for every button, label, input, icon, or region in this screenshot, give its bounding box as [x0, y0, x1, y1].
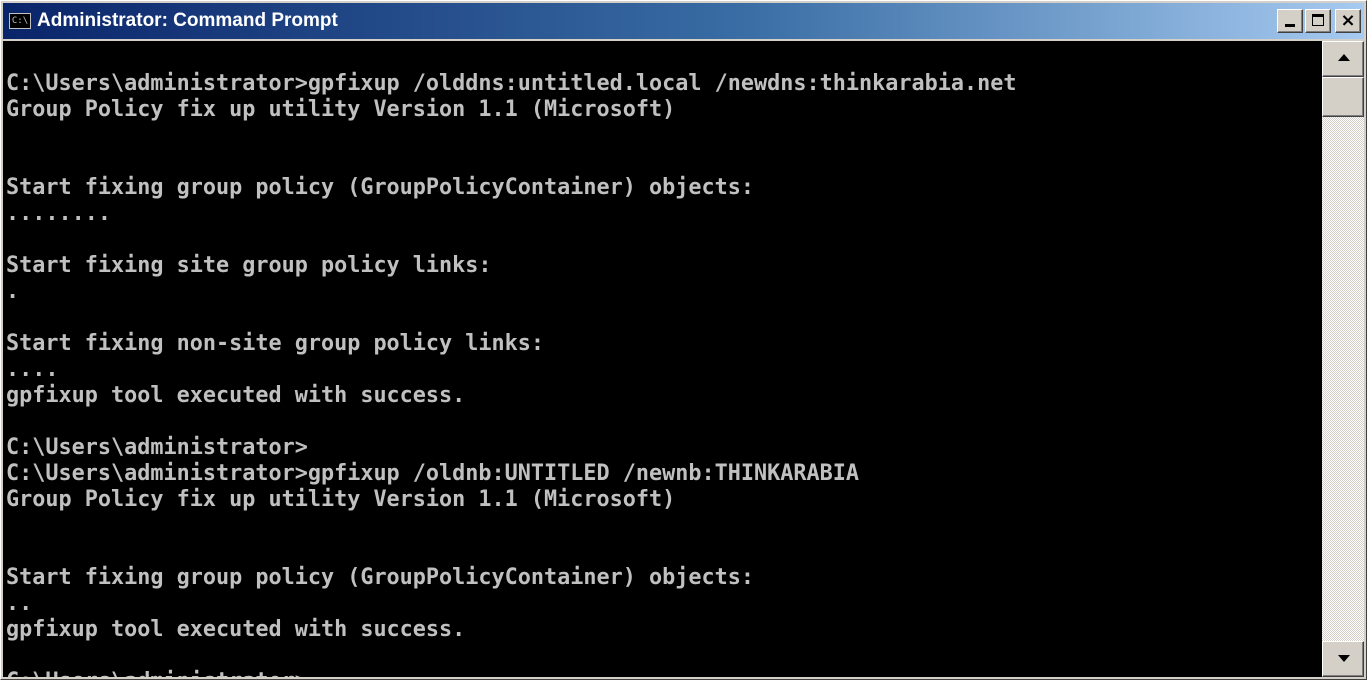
vertical-scrollbar[interactable] [1322, 41, 1364, 677]
console-line: gpfixup tool executed with success. [6, 383, 466, 408]
console-line: .. [6, 591, 33, 616]
minimize-icon [1285, 24, 1295, 27]
title-bar[interactable]: C:\ Administrator: Command Prompt × [3, 3, 1364, 39]
console-line: Start fixing group policy (GroupPolicyCo… [6, 175, 755, 200]
maximize-button[interactable] [1305, 9, 1331, 33]
console-line: C:\Users\administrator>gpfixup /olddns:u… [6, 71, 1017, 96]
arrow-down-icon [1338, 655, 1350, 662]
scroll-thumb[interactable] [1322, 77, 1364, 117]
console-line: C:\Users\administrator> [6, 669, 1322, 677]
console-text: C:\Users\administrator>gpfixup /olddns:u… [3, 41, 1322, 677]
console-line: Start fixing site group policy links: [6, 253, 492, 278]
caption-buttons: × [1277, 9, 1361, 33]
console-line: ........ [6, 201, 111, 226]
console-line: . [6, 279, 20, 304]
maximize-icon [1312, 14, 1324, 26]
console-line: Group Policy fix up utility Version 1.1 … [6, 97, 676, 122]
console-line: C:\Users\administrator> [6, 435, 308, 460]
close-icon: × [1340, 10, 1356, 31]
console-output[interactable]: C:\Users\administrator>gpfixup /olddns:u… [3, 41, 1322, 677]
cmd-icon[interactable]: C:\ [9, 13, 31, 29]
arrow-up-icon [1338, 54, 1350, 61]
console-line: Group Policy fix up utility Version 1.1 … [6, 487, 676, 512]
minimize-button[interactable] [1277, 9, 1303, 33]
console-line: .... [6, 357, 59, 382]
close-button[interactable]: × [1335, 9, 1361, 33]
console-line: gpfixup tool executed with success. [6, 617, 466, 642]
scroll-up-button[interactable] [1322, 41, 1364, 77]
console-line: C:\Users\administrator>gpfixup /oldnb:UN… [6, 461, 859, 486]
console-line: Start fixing non-site group policy links… [6, 331, 545, 356]
window-title: Administrator: Command Prompt [37, 10, 338, 31]
scroll-down-button[interactable] [1322, 641, 1364, 677]
command-prompt-window: C:\ Administrator: Command Prompt × C:\U… [0, 0, 1367, 680]
console-line: Start fixing group policy (GroupPolicyCo… [6, 565, 755, 590]
